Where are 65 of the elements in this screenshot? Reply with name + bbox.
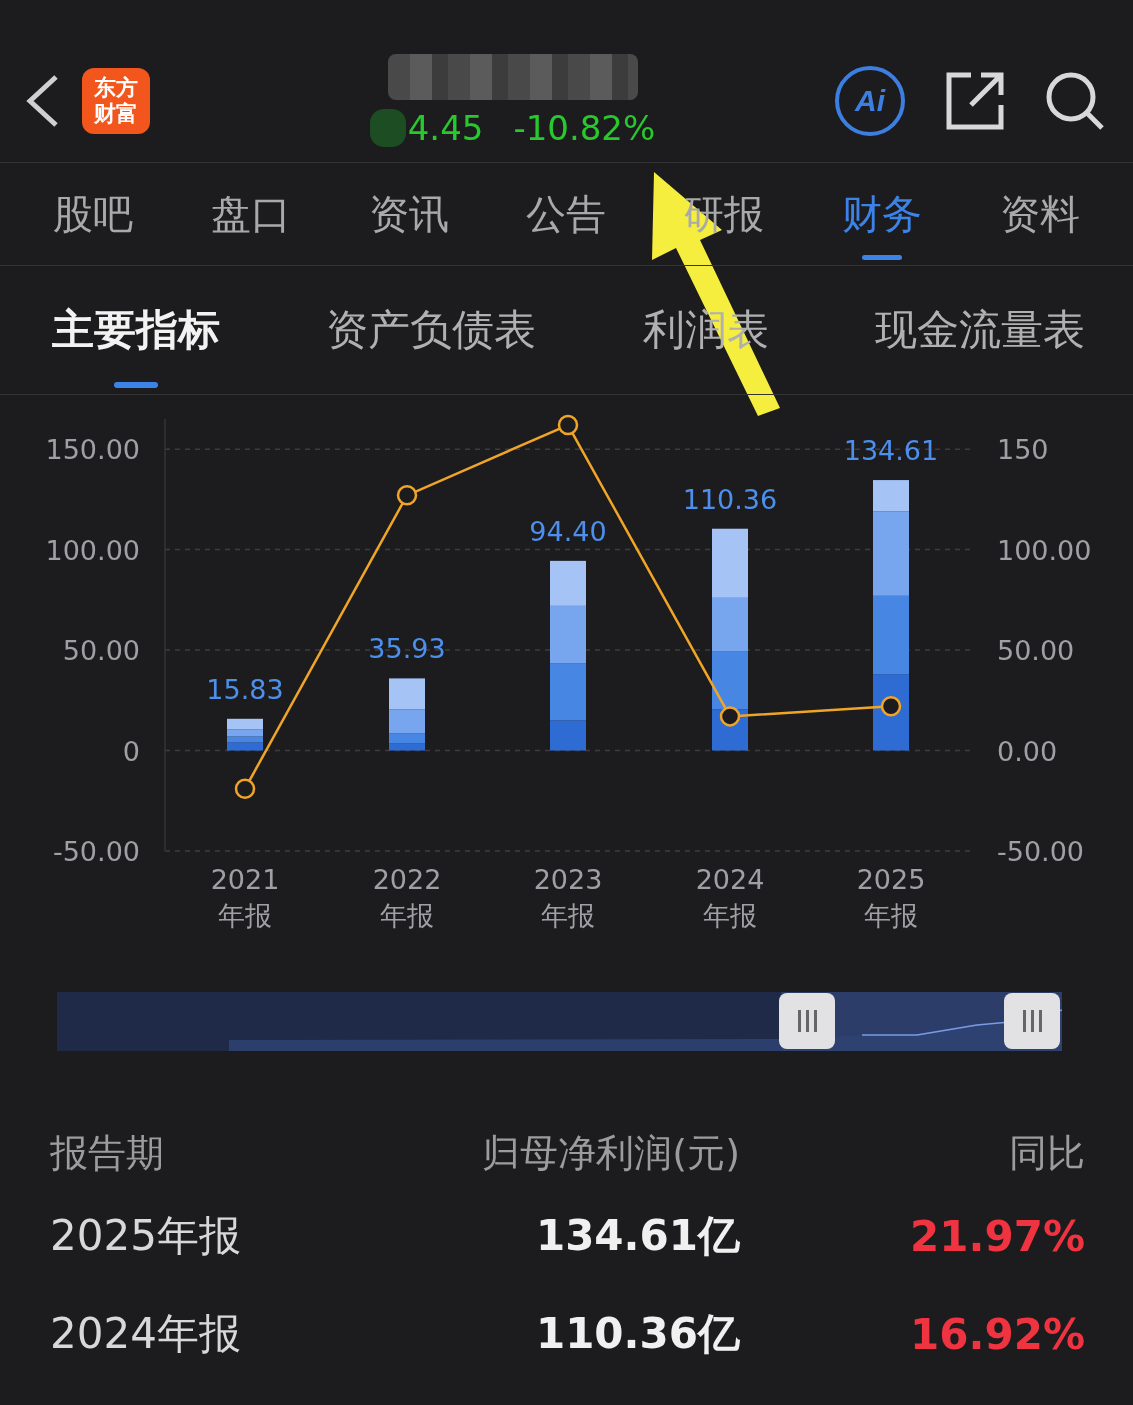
axis-label: 0.00 (997, 735, 1058, 767)
axis-label: 年报 (864, 900, 918, 931)
axis-label: 2024 (695, 864, 765, 895)
table-cell-text: 110.36亿 (534, 1308, 740, 1360)
table-cell-text: 16.92% (909, 1309, 1085, 1359)
axis-label: 年报 (703, 900, 757, 931)
tab[interactable]: 公告 (526, 172, 607, 256)
value-label: 15.83 (206, 673, 284, 705)
value-label: 35.93 (368, 633, 446, 665)
axis-label: -50.00 (52, 836, 140, 867)
blur-smudge (369, 109, 406, 147)
axis-label: 0 (122, 735, 140, 767)
sub-tab[interactable]: 主要指标 (52, 272, 220, 388)
range-slider[interactable] (57, 992, 1062, 1051)
table-cell-text: 2025年报 (50, 1210, 242, 1262)
axis-label: 150.00 (45, 434, 140, 466)
axis-label: 年报 (541, 900, 595, 931)
axis-label: 年报 (218, 900, 272, 931)
line-point (234, 778, 256, 799)
stock-price: 4.45 (407, 108, 484, 148)
back-icon[interactable] (24, 73, 60, 129)
tab[interactable]: 盘口 (210, 172, 291, 256)
axis-label: 150 (997, 434, 1049, 466)
axis-label: 100.00 (997, 534, 1092, 566)
axis-label: 2022 (372, 864, 442, 895)
axis-label: 50.00 (997, 635, 1075, 667)
axis-label: -50.00 (997, 836, 1085, 867)
share-icon[interactable] (945, 71, 1005, 131)
column-header: 同比 (1008, 1129, 1085, 1177)
line-point (557, 414, 579, 436)
ai-button[interactable]: Ai (835, 66, 905, 136)
axis-label: 100.00 (45, 534, 140, 566)
value-label: 94.40 (529, 515, 607, 547)
line-point (719, 706, 741, 727)
sub-tab[interactable]: 资产负债表 (326, 272, 537, 388)
line-point (880, 696, 902, 717)
table-cell-text: 2024年报 (50, 1308, 242, 1360)
bar-segment (712, 528, 748, 598)
slider-handle[interactable] (779, 993, 835, 1049)
price-change: -10.82% (513, 108, 656, 148)
bar-segment (712, 597, 748, 652)
bar-segment (550, 605, 586, 664)
column-header: 归母净利润(元) (481, 1129, 740, 1177)
slider-handle[interactable] (1004, 993, 1060, 1049)
table-cell-text: 134.61亿 (534, 1210, 740, 1262)
value-label: 110.36 (682, 483, 778, 515)
bar-segment (550, 560, 586, 606)
sub-tab[interactable]: 现金流量表 (875, 272, 1085, 388)
bar-segment (712, 651, 748, 710)
axis-label: 50.00 (62, 635, 140, 667)
tab[interactable]: 股吧 (52, 172, 133, 256)
bar-segment (389, 678, 425, 710)
bar-segment (227, 742, 263, 751)
table-cell-text: 21.97% (909, 1211, 1085, 1261)
tab[interactable]: 资讯 (368, 172, 449, 256)
line-point (396, 485, 418, 506)
axis-label: 2023 (533, 864, 603, 895)
axis-label: 2025 (856, 864, 926, 895)
axis-label: 2021 (210, 864, 280, 895)
search-icon[interactable] (1045, 71, 1105, 131)
column-header: 报告期 (50, 1129, 165, 1177)
value-label: 134.61 (843, 435, 939, 467)
tab[interactable]: 资料 (1000, 172, 1080, 256)
app-logo: 东方 财富 (82, 68, 150, 134)
axis-label: 年报 (380, 900, 434, 931)
